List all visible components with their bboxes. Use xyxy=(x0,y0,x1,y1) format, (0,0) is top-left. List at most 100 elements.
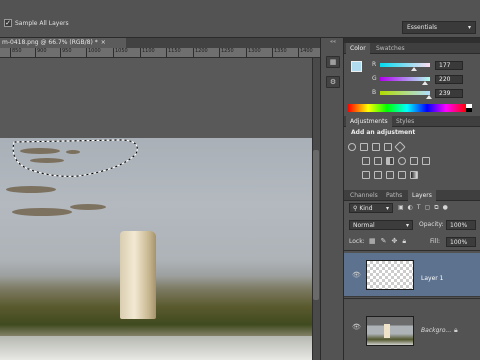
ruler-tick: 1200 xyxy=(193,48,208,58)
black-white-icon[interactable] xyxy=(386,157,394,165)
tab-styles[interactable]: Styles xyxy=(392,116,418,127)
lock-icon: 🔒︎ xyxy=(454,326,458,334)
chevron-down-icon: ▾ xyxy=(467,24,471,31)
ruler-tick: 1150 xyxy=(166,48,181,58)
ruler-tick: 1300 xyxy=(246,48,261,58)
lichen-patch xyxy=(12,208,72,216)
lock-position-icon[interactable]: ✥ xyxy=(392,237,398,246)
lock-all-icon[interactable]: 🔒︎ xyxy=(402,237,406,246)
sample-all-layers-label: Sample All Layers xyxy=(15,20,69,27)
filter-type-icon[interactable]: T xyxy=(417,204,421,213)
layer-thumbnail[interactable] xyxy=(366,316,414,346)
channel-g-thumb[interactable] xyxy=(422,81,428,85)
ruler-tick: 1050 xyxy=(113,48,128,58)
hue-saturation-icon[interactable] xyxy=(362,157,370,165)
filter-pixel-icon[interactable]: ▣ xyxy=(398,204,404,213)
chevron-down-icon: ▾ xyxy=(385,205,389,212)
ruler-tick: 950 xyxy=(60,48,72,58)
tab-channels[interactable]: Channels xyxy=(346,190,382,201)
photo-filter-icon[interactable] xyxy=(398,157,406,165)
properties-icon[interactable]: ⚙ xyxy=(326,76,340,88)
channel-b-value[interactable]: 239 xyxy=(435,89,463,98)
gradient-map-icon[interactable] xyxy=(410,171,418,179)
fill-label: Fill: xyxy=(430,238,441,245)
channel-g-value[interactable]: 220 xyxy=(435,75,463,84)
layer-thumbnail-rock xyxy=(384,324,390,338)
visibility-eye-icon[interactable]: 👁︎ xyxy=(352,323,361,331)
layer-filter-icons: ▣ ◐ T ▢ ⧉ ● xyxy=(398,204,474,213)
layer-name[interactable]: Backgro... xyxy=(421,327,451,334)
layers-panel-tabbar: Channels Paths Layers xyxy=(344,190,480,201)
lock-icons: ▦ ✎ ✥ 🔒︎ xyxy=(369,237,406,246)
curves-icon[interactable] xyxy=(372,143,380,151)
tab-layers[interactable]: Layers xyxy=(408,190,436,201)
workspace-label: Essentials xyxy=(407,24,438,31)
selective-color-icon[interactable] xyxy=(398,171,406,179)
lock-pixels-icon[interactable]: ✎ xyxy=(381,237,387,246)
fill-input[interactable]: 100% xyxy=(446,237,476,247)
color-spectrum-ramp[interactable] xyxy=(348,104,466,112)
channel-r-value[interactable]: 177 xyxy=(435,61,463,70)
ruler-tick: 900 xyxy=(35,48,47,58)
visibility-eye-icon[interactable]: 👁︎ xyxy=(352,271,361,279)
panel-icon-strip: «« ▦ ⚙ xyxy=(320,38,344,360)
ruler-tick: 1100 xyxy=(140,48,155,58)
tab-adjustments[interactable]: Adjustments xyxy=(346,116,392,127)
channel-r-label: R xyxy=(372,61,377,68)
close-icon[interactable]: × xyxy=(101,39,106,46)
levels-icon[interactable] xyxy=(360,143,368,151)
channel-r-slider[interactable] xyxy=(380,63,430,67)
marquee-selection[interactable] xyxy=(10,138,150,188)
filter-shape-icon[interactable]: ▢ xyxy=(425,204,431,213)
black-white-ramp[interactable] xyxy=(466,104,472,112)
ruler-tick: 1400 xyxy=(298,48,313,58)
water-foam xyxy=(0,336,312,360)
brightness-contrast-icon[interactable] xyxy=(348,143,356,151)
threshold-icon[interactable] xyxy=(386,171,394,179)
layer-name[interactable]: Layer 1 xyxy=(421,275,443,282)
sample-all-layers-checkbox[interactable]: ✓ xyxy=(4,19,12,27)
channel-mixer-icon[interactable] xyxy=(410,157,418,165)
filter-kind-label: Kind xyxy=(359,205,373,212)
opacity-input[interactable]: 100% xyxy=(446,220,476,230)
collapse-icon[interactable]: «« xyxy=(326,40,340,45)
adjustments-panel-tabbar: Adjustments Styles xyxy=(344,116,480,127)
foreground-color-swatch[interactable] xyxy=(351,61,362,72)
document-tab[interactable]: m-0418.png @ 66.7% (RGB/8) * × xyxy=(0,38,126,48)
ruler-tick: 1350 xyxy=(272,48,287,58)
divider xyxy=(344,250,480,251)
ruler-tick: 850 xyxy=(10,48,22,58)
scrollbar-thumb[interactable] xyxy=(313,150,319,300)
lock-label: Lock: xyxy=(349,238,365,245)
layer-filter-kind-select[interactable]: ⚲ Kind ▾ xyxy=(349,203,393,213)
vibrance-icon[interactable] xyxy=(394,141,406,153)
tab-paths[interactable]: Paths xyxy=(382,190,406,201)
lichen-patch xyxy=(70,204,106,210)
layer-thumbnail[interactable] xyxy=(366,260,414,290)
posterize-icon[interactable] xyxy=(374,171,382,179)
channel-b-label: B xyxy=(372,89,377,96)
workspace-dropdown[interactable]: Essentials ▾ xyxy=(402,21,476,34)
exposure-icon[interactable] xyxy=(384,143,392,151)
rock xyxy=(120,231,156,319)
channel-r-thumb[interactable] xyxy=(411,67,417,71)
filter-toggle-icon[interactable]: ● xyxy=(443,204,448,213)
blend-mode-select[interactable]: Normal ▾ xyxy=(349,220,413,230)
filter-smart-object-icon[interactable]: ⧉ xyxy=(434,204,438,213)
blend-mode-label: Normal xyxy=(353,222,375,229)
color-balance-icon[interactable] xyxy=(374,157,382,165)
adjustment-icons xyxy=(344,138,480,188)
document-canvas[interactable] xyxy=(0,58,312,360)
photo-image xyxy=(0,138,312,360)
chevron-down-icon: ▾ xyxy=(405,222,409,229)
invert-icon[interactable] xyxy=(362,171,370,179)
filter-adjustment-icon[interactable]: ◐ xyxy=(408,204,413,213)
horizontal-ruler: 850 900 950 1000 1050 1100 1150 1200 125… xyxy=(0,48,320,58)
channel-b-slider[interactable] xyxy=(380,91,430,95)
channel-b-thumb[interactable] xyxy=(426,95,432,99)
document-tab-title: m-0418.png @ 66.7% (RGB/8) * xyxy=(2,39,98,46)
history-icon[interactable]: ▦ xyxy=(326,56,340,68)
color-lookup-icon[interactable] xyxy=(422,157,430,165)
tab-bar-empty xyxy=(126,38,320,48)
lock-transparent-icon[interactable]: ▦ xyxy=(369,237,376,246)
